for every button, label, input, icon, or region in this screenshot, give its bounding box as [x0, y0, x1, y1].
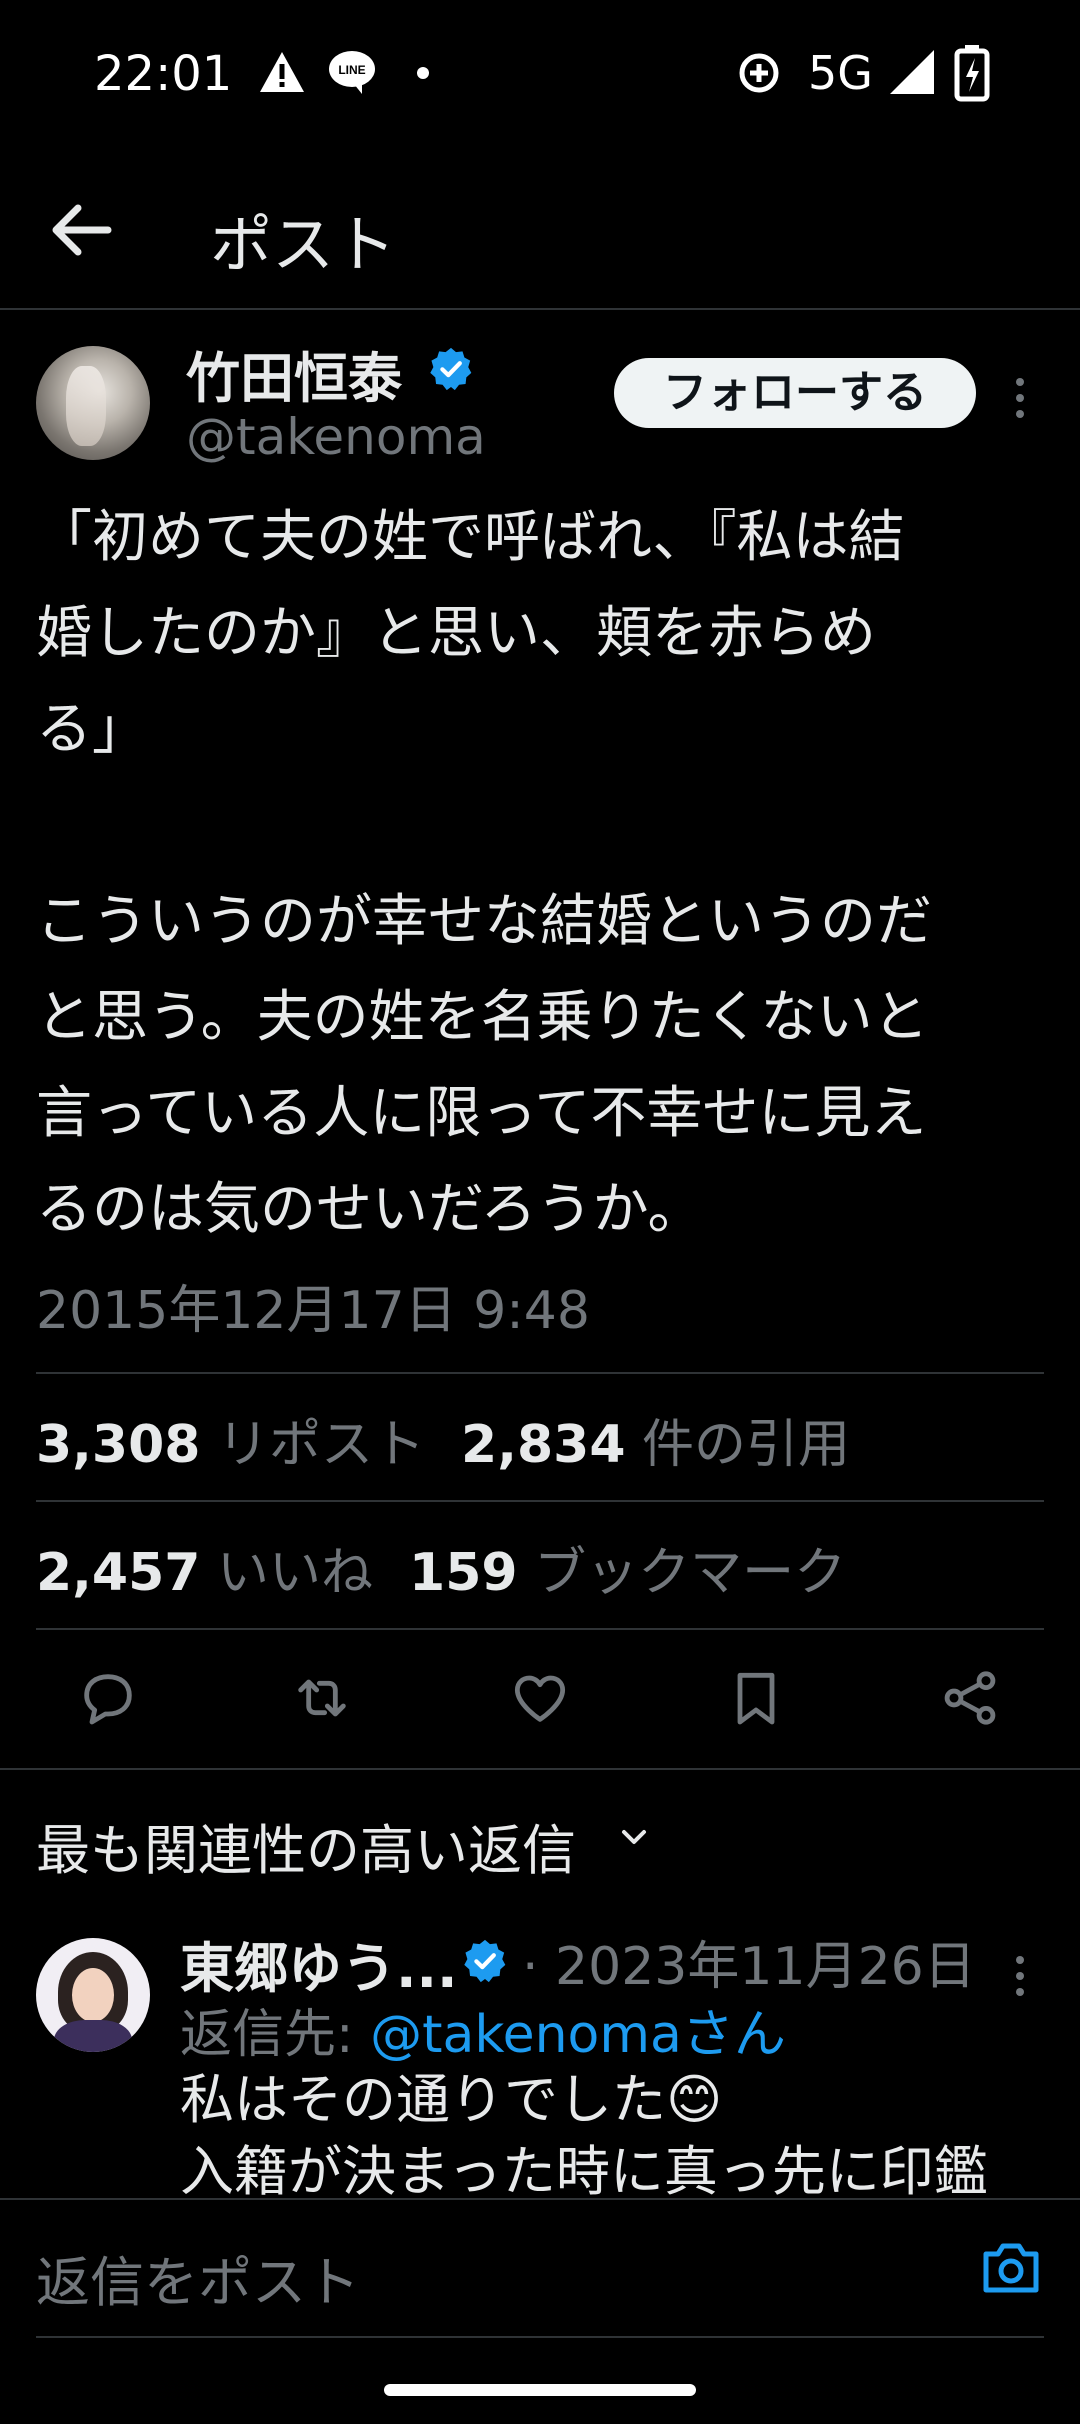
back-button[interactable]: [46, 200, 116, 260]
likes-label: いいね: [217, 1543, 374, 1603]
reply-to-prefix: 返信先:: [180, 2005, 371, 2065]
bookmarks-stat[interactable]: 159 ブックマーク: [409, 1543, 846, 1603]
quotes-count: 2,834: [461, 1415, 626, 1475]
reply-to-mention[interactable]: @takenomaさん: [370, 2005, 786, 2065]
reply-date: · 2023年11月26日: [522, 1937, 976, 1997]
post-text: 「初めて夫の姓で呼ばれ、『私は結 婚したのか』と思い、頬を赤らめ る」 こういう…: [36, 505, 932, 1242]
verified-badge-icon: [430, 347, 472, 391]
battery-charging-icon: [954, 45, 990, 102]
quotes-stat[interactable]: 2,834 件の引用: [461, 1415, 850, 1475]
reply-text: 私はその通りでした😊 入籍が決まった時に真っ先に印鑑: [180, 2068, 988, 2200]
bookmarks-count: 159: [409, 1543, 518, 1603]
reposts-count: 3,308: [36, 1415, 201, 1475]
bookmarks-label: ブックマーク: [534, 1543, 847, 1603]
chevron-down-icon[interactable]: [614, 1818, 654, 1858]
stats-likes-bookmarks: 2,457 いいね 159 ブックマーク: [36, 1530, 846, 1610]
reply-input[interactable]: 返信をポスト: [36, 2238, 360, 2317]
like-icon[interactable]: [508, 1666, 572, 1730]
signal-icon: [890, 50, 934, 94]
status-bar: 22:01 LINE 5G: [0, 0, 1080, 150]
reply-icon[interactable]: [76, 1666, 140, 1730]
divider: [36, 1372, 1044, 1374]
bookmark-icon[interactable]: [724, 1666, 788, 1730]
more-options-icon[interactable]: [1000, 368, 1040, 428]
composer-underline: [36, 2336, 1044, 2338]
app-header: ポスト: [0, 150, 1080, 310]
author-handle[interactable]: @takenoma: [186, 408, 486, 466]
reply-author-avatar[interactable]: [36, 1938, 150, 2052]
more-options-icon[interactable]: [1000, 1946, 1040, 2006]
stats-reposts-quotes: 3,308 リポスト 2,834 件の引用: [36, 1402, 850, 1482]
post-action-bar: [0, 1640, 1080, 1760]
camera-icon[interactable]: [980, 2240, 1042, 2296]
dot-icon: [417, 67, 429, 79]
warning-icon: [260, 52, 304, 92]
likes-count: 2,457: [36, 1543, 201, 1603]
author-name[interactable]: 竹田恒泰: [186, 334, 402, 413]
svg-text:LINE: LINE: [338, 63, 365, 77]
share-icon[interactable]: [938, 1666, 1002, 1730]
likes-stat[interactable]: 2,457 いいね: [36, 1543, 373, 1603]
network-type: 5G: [808, 46, 873, 100]
replies-sort-label[interactable]: 最も関連性の高い返信: [36, 1806, 576, 1885]
divider: [36, 1628, 1044, 1630]
reply-composer: 返信をポスト: [0, 2198, 1080, 2338]
page-title: ポスト: [210, 208, 397, 281]
reply-to-line: 返信先: @takenomaさん: [180, 1992, 786, 2067]
post-author-row: 竹田恒泰 @takenoma フォローする: [0, 330, 1080, 470]
repost-icon[interactable]: [290, 1666, 354, 1730]
reply-item[interactable]: 東郷ゆう... · 2023年11月26日 返信先: @takenomaさん 私…: [0, 1920, 1080, 2200]
post-timestamp[interactable]: 2015年12月17日 9:48: [36, 1268, 590, 1343]
divider: [0, 1768, 1080, 1770]
reposts-stat[interactable]: 3,308 リポスト: [36, 1415, 425, 1475]
status-time: 22:01: [94, 46, 233, 102]
reposts-label: リポスト: [217, 1415, 426, 1475]
author-avatar[interactable]: [36, 346, 150, 460]
follow-button[interactable]: フォローする: [614, 358, 976, 428]
quotes-label: 件の引用: [642, 1415, 851, 1475]
verified-badge-icon: [464, 1939, 506, 1983]
line-app-icon: LINE: [329, 51, 375, 94]
divider: [36, 1500, 1044, 1502]
home-indicator[interactable]: [384, 2384, 696, 2396]
data-saver-icon: [739, 53, 779, 93]
